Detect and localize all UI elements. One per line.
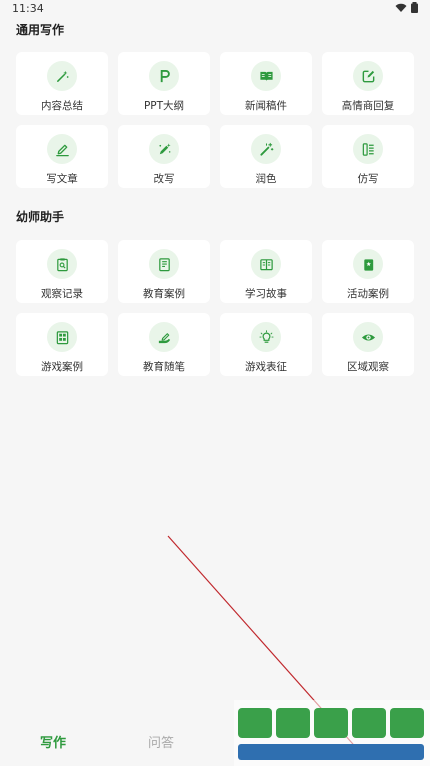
pen-line-icon <box>47 134 77 164</box>
status-icons <box>395 2 418 13</box>
card-imitate[interactable]: 仿写 <box>322 125 414 188</box>
card-area-observation[interactable]: 区域观察 <box>322 313 414 376</box>
nav-tab-write[interactable]: 写作 <box>40 732 66 751</box>
lightbulb-icon <box>251 322 281 352</box>
card-label: 润色 <box>255 173 277 185</box>
card-label: 教育随笔 <box>143 361 185 373</box>
card-label: 区域观察 <box>347 361 389 373</box>
card-label: 教育案例 <box>143 288 185 300</box>
nav-tab-qa[interactable]: 问答 <box>148 732 174 751</box>
sparkle-wand-icon <box>47 61 77 91</box>
clipboard-search-icon <box>47 249 77 279</box>
pen-sparkle-icon <box>149 134 179 164</box>
card-label: 学习故事 <box>245 288 287 300</box>
card-label: 游戏案例 <box>41 361 83 373</box>
card-ppt-outline[interactable]: PPT大纲 <box>118 52 210 115</box>
card-content-summary[interactable]: 内容总结 <box>16 52 108 115</box>
star-card-icon <box>353 249 383 279</box>
status-time: 11:34 <box>12 2 44 15</box>
eye-icon <box>353 322 383 352</box>
general-writing-grid: 内容总结 PPT大纲 新闻稿件 高情商回复 写文章 改写 润色 仿写 <box>16 52 414 188</box>
card-learning-story[interactable]: 学习故事 <box>220 240 312 303</box>
card-label: 游戏表征 <box>245 361 287 373</box>
letter-p-icon <box>149 61 179 91</box>
card-eq-reply[interactable]: 高情商回复 <box>322 52 414 115</box>
card-label: 高情商回复 <box>341 100 395 112</box>
card-label: PPT大纲 <box>143 100 185 112</box>
card-polish[interactable]: 润色 <box>220 125 312 188</box>
card-write-article[interactable]: 写文章 <box>16 125 108 188</box>
card-activity-case[interactable]: 活动案例 <box>322 240 414 303</box>
card-education-essay[interactable]: 教育随笔 <box>118 313 210 376</box>
card-game-case[interactable]: 游戏案例 <box>16 313 108 376</box>
watermark-logo <box>234 700 430 766</box>
edit-square-icon <box>353 61 383 91</box>
open-book-icon <box>251 61 281 91</box>
card-rewrite[interactable]: 改写 <box>118 125 210 188</box>
card-education-case[interactable]: 教育案例 <box>118 240 210 303</box>
document-icon <box>149 249 179 279</box>
hand-pen-icon <box>149 322 179 352</box>
card-label: 改写 <box>153 173 175 185</box>
list-doc-icon <box>353 134 383 164</box>
book-icon <box>251 249 281 279</box>
battery-icon <box>411 2 418 13</box>
card-label: 内容总结 <box>41 100 83 112</box>
status-bar: 11:34 <box>0 0 430 18</box>
card-label: 写文章 <box>46 173 78 185</box>
card-news-article[interactable]: 新闻稿件 <box>220 52 312 115</box>
section-title-teacher-assistant: 幼师助手 <box>16 210 65 224</box>
magic-wand-icon <box>251 134 281 164</box>
section-title-general-writing: 通用写作 <box>16 23 65 37</box>
card-label: 活动案例 <box>347 288 389 300</box>
card-observation-record[interactable]: 观察记录 <box>16 240 108 303</box>
grid-doc-icon <box>47 322 77 352</box>
card-label: 新闻稿件 <box>245 100 287 112</box>
card-label: 仿写 <box>357 173 379 185</box>
wifi-icon <box>395 3 407 12</box>
teacher-assistant-grid: 观察记录 教育案例 学习故事 活动案例 游戏案例 教育随笔 游戏表征 区域观察 <box>16 240 414 376</box>
card-game-representation[interactable]: 游戏表征 <box>220 313 312 376</box>
card-label: 观察记录 <box>41 288 83 300</box>
